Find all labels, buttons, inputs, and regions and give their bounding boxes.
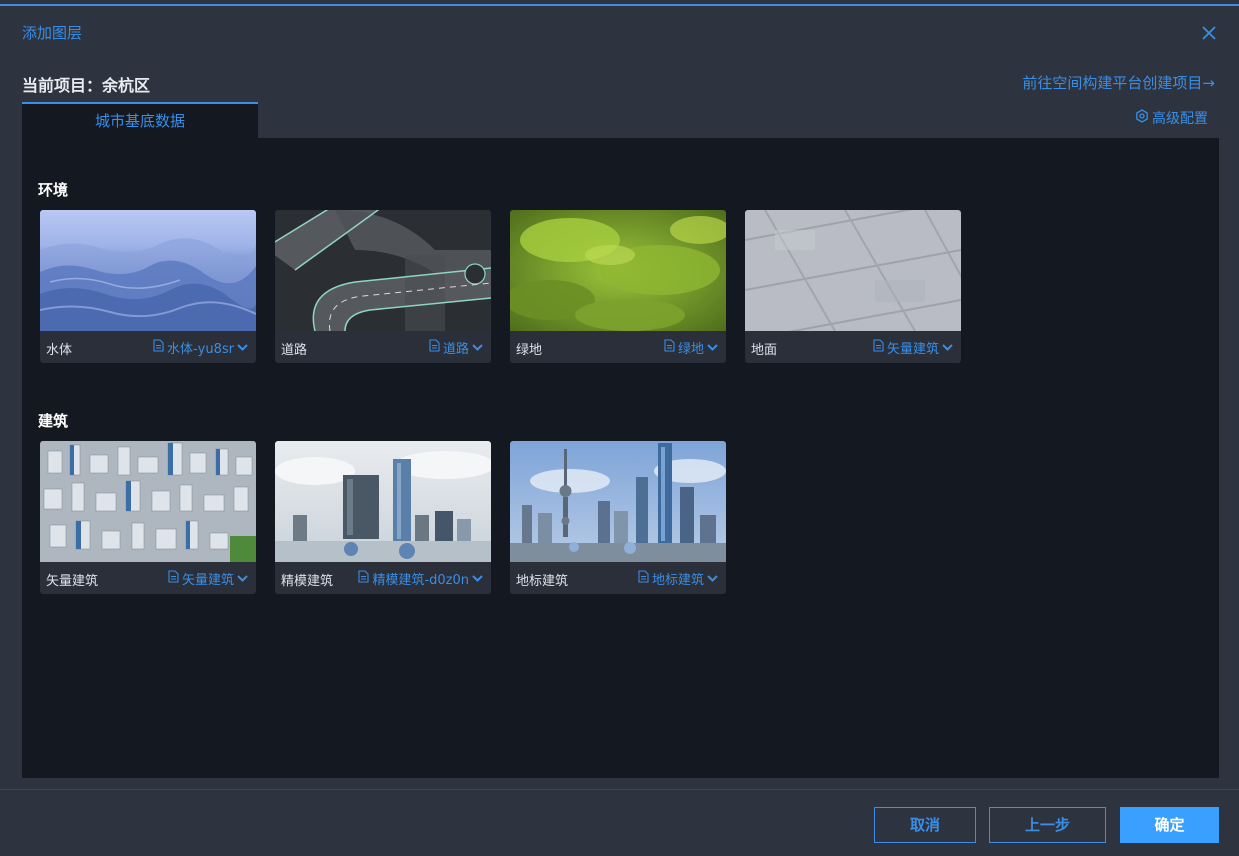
dataset-label: 矢量建筑 bbox=[181, 573, 234, 588]
advanced-config-label: 高级配置 bbox=[1152, 111, 1208, 127]
dataset-select[interactable]: 矢量建筑 bbox=[168, 569, 248, 588]
section-title-buildings: 建筑 bbox=[38, 412, 69, 430]
chevron-down-icon bbox=[942, 340, 953, 355]
layer-card-name: 矢量建筑 bbox=[46, 574, 99, 589]
cancel-button[interactable]: 取消 bbox=[874, 807, 976, 843]
dialog-title: 添加图层 bbox=[22, 24, 83, 42]
add-layer-dialog: 添加图层 当前项目：余杭区 前往空间构建平台创建项目→ 城市基底数据 高级配置 … bbox=[0, 0, 1239, 856]
advanced-config-link[interactable]: 高级配置 bbox=[1135, 108, 1208, 128]
footer-divider bbox=[0, 789, 1239, 790]
dataset-select[interactable]: 绿地 bbox=[664, 338, 718, 357]
dataset-label: 道路 bbox=[442, 342, 469, 357]
section-title-environment: 环境 bbox=[38, 181, 69, 199]
previous-step-button[interactable]: 上一步 bbox=[989, 807, 1106, 843]
chevron-down-icon bbox=[472, 571, 483, 586]
chevron-down-icon bbox=[472, 340, 483, 355]
close-icon[interactable] bbox=[1200, 24, 1218, 42]
landmark-buildings-thumbnail bbox=[510, 441, 726, 562]
chevron-down-icon bbox=[707, 340, 718, 355]
file-icon bbox=[358, 570, 369, 587]
layer-card-name: 地面 bbox=[751, 343, 778, 358]
dataset-select[interactable]: 地标建筑 bbox=[638, 569, 718, 588]
vector-buildings-thumbnail bbox=[40, 441, 256, 562]
confirm-button[interactable]: 确定 bbox=[1120, 807, 1219, 843]
settings-icon bbox=[1135, 109, 1149, 127]
file-icon bbox=[638, 570, 649, 587]
layer-card-green[interactable]: 绿地 绿地 bbox=[510, 210, 726, 363]
dataset-select[interactable]: 精模建筑-d0z0n bbox=[358, 569, 483, 588]
goto-platform-link[interactable]: 前往空间构建平台创建项目→ bbox=[1022, 72, 1215, 93]
green-thumbnail bbox=[510, 210, 726, 331]
dataset-label: 矢量建筑 bbox=[886, 342, 939, 357]
layer-card-name: 道路 bbox=[281, 343, 308, 358]
file-icon bbox=[168, 570, 179, 587]
chevron-down-icon bbox=[237, 571, 248, 586]
layer-panel: 环境 水体 水体-yu8sr 道路 道路 绿地 绿地 地面 矢量建筑 建筑 矢量… bbox=[22, 138, 1219, 778]
dataset-label: 水体-yu8sr bbox=[166, 342, 234, 357]
water-thumbnail bbox=[40, 210, 256, 331]
dataset-label: 绿地 bbox=[677, 342, 704, 357]
layer-card-vector-buildings[interactable]: 矢量建筑 矢量建筑 bbox=[40, 441, 256, 594]
dataset-select[interactable]: 道路 bbox=[429, 338, 483, 357]
layer-card-detailed-buildings[interactable]: 精模建筑 精模建筑-d0z0n bbox=[275, 441, 491, 594]
current-project-label: 当前项目：余杭区 bbox=[22, 76, 151, 95]
layer-card-name: 地标建筑 bbox=[516, 574, 569, 589]
file-icon bbox=[153, 339, 164, 356]
layer-card-ground[interactable]: 地面 矢量建筑 bbox=[745, 210, 961, 363]
chevron-down-icon bbox=[707, 571, 718, 586]
top-accent-line bbox=[0, 4, 1239, 6]
file-icon bbox=[664, 339, 675, 356]
dataset-select[interactable]: 水体-yu8sr bbox=[153, 338, 248, 357]
tab-city-base-data[interactable]: 城市基底数据 bbox=[22, 102, 258, 138]
chevron-down-icon bbox=[237, 340, 248, 355]
dataset-label: 精模建筑-d0z0n bbox=[372, 573, 469, 588]
file-icon bbox=[873, 339, 884, 356]
layer-card-landmark-buildings[interactable]: 地标建筑 地标建筑 bbox=[510, 441, 726, 594]
dataset-select[interactable]: 矢量建筑 bbox=[873, 338, 953, 357]
layer-card-name: 精模建筑 bbox=[281, 574, 334, 589]
layer-card-name: 水体 bbox=[46, 343, 73, 358]
layer-card-water[interactable]: 水体 水体-yu8sr bbox=[40, 210, 256, 363]
dataset-label: 地标建筑 bbox=[651, 573, 704, 588]
ground-thumbnail bbox=[745, 210, 961, 331]
file-icon bbox=[429, 339, 440, 356]
layer-card-name: 绿地 bbox=[516, 343, 543, 358]
road-thumbnail bbox=[275, 210, 491, 331]
detailed-buildings-thumbnail bbox=[275, 441, 491, 562]
layer-card-road[interactable]: 道路 道路 bbox=[275, 210, 491, 363]
